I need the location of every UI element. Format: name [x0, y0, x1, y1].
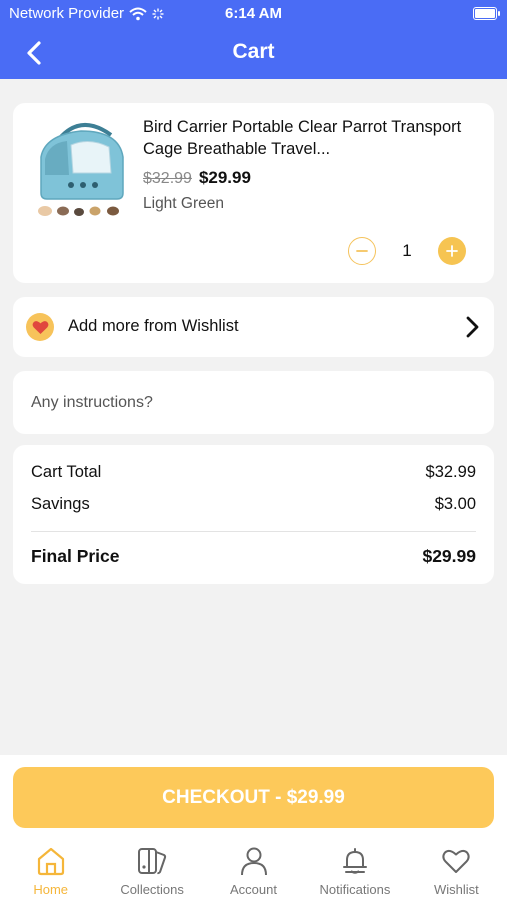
collections-icon — [138, 848, 167, 875]
final-price-value: $29.99 — [422, 546, 476, 566]
plus-circle-icon — [446, 245, 458, 257]
savings-row: Savings $3.00 — [31, 495, 476, 514]
bell-icon — [342, 848, 367, 874]
add-from-wishlist-row[interactable]: Add more from Wishlist — [13, 297, 494, 357]
tab-label-wishlist: Wishlist — [433, 882, 479, 897]
nav-bar: Cart — [0, 28, 507, 79]
final-price-row: Final Price $29.99 — [31, 546, 476, 567]
product-title[interactable]: Bird Carrier Portable Clear Parrot Trans… — [143, 116, 473, 160]
decrease-quantity-button[interactable] — [348, 237, 376, 265]
product-image[interactable] — [31, 117, 141, 222]
account-icon — [240, 847, 267, 876]
status-time: 6:14 AM — [225, 5, 282, 22]
quantity-stepper: 1 — [348, 237, 466, 265]
increase-quantity-button[interactable] — [438, 237, 466, 265]
instructions-input[interactable] — [31, 389, 471, 417]
tab-account[interactable]: Account — [203, 842, 304, 900]
heart-outline-icon — [442, 849, 470, 873]
home-icon — [37, 847, 64, 876]
final-price-label: Final Price — [31, 546, 120, 566]
cart-total-label: Cart Total — [31, 463, 102, 481]
tab-label-account: Account — [230, 882, 277, 897]
checkout-button[interactable]: CHECKOUT - $29.99 — [13, 767, 494, 828]
chevron-right-icon — [466, 316, 479, 338]
cart-total-value: $32.99 — [425, 463, 476, 481]
page-title: Cart — [232, 40, 275, 63]
price-row: $32.99 $29.99 — [143, 168, 251, 188]
instructions-card — [13, 371, 494, 434]
heart-badge — [26, 313, 54, 341]
original-price: $32.99 — [143, 170, 192, 187]
cart-item-card: Bird Carrier Portable Clear Parrot Trans… — [13, 103, 494, 283]
heart-icon — [32, 320, 48, 334]
tab-label-collections: Collections — [120, 882, 184, 897]
wishlist-link-label: Add more from Wishlist — [68, 317, 239, 335]
tab-home[interactable]: Home — [0, 842, 101, 900]
savings-value: $3.00 — [434, 495, 476, 513]
cart-total-row: Cart Total $32.99 — [31, 463, 476, 482]
variant-label: Light Green — [143, 195, 224, 212]
minus-circle-icon — [356, 250, 368, 252]
tab-bar: Home Collections Account Notifications W… — [0, 842, 507, 900]
tab-label-notifications: Notifications — [319, 882, 391, 897]
savings-label: Savings — [31, 495, 90, 513]
tab-notifications[interactable]: Notifications — [304, 842, 405, 900]
tab-wishlist[interactable]: Wishlist — [406, 842, 507, 900]
battery-icon — [473, 7, 500, 20]
sale-price: $29.99 — [198, 168, 251, 187]
status-bar: Network Provider 6:14 AM — [0, 0, 507, 28]
summary-divider — [31, 531, 476, 532]
tab-collections[interactable]: Collections — [101, 842, 202, 900]
price-summary-card: Cart Total $32.99 Savings $3.00 Final Pr… — [13, 445, 494, 584]
quantity-value: 1 — [402, 241, 412, 260]
tab-label-home: Home — [33, 882, 69, 897]
